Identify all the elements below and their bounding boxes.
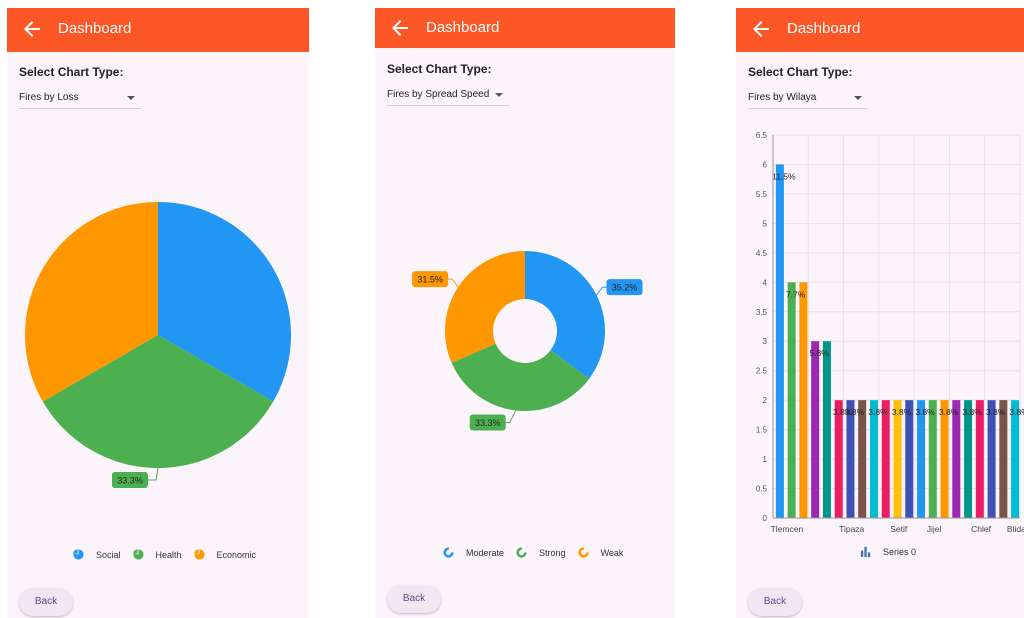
y-tick-label: 3.5 [756,308,768,317]
legend-item: Health [132,549,182,560]
data-label: 7.7% [786,289,806,299]
legend-item: Moderate [443,547,504,558]
chart-legend: Social Health Economic [73,549,268,562]
y-tick-label: 2 [763,396,768,405]
legend-label: Strong [539,547,566,558]
screen-fires-by-wilaya: Dashboard Select Chart Type: Fires by Wi… [736,8,1024,618]
data-label: 3.8% [1009,407,1024,417]
legend-swatch-icon [132,549,150,560]
y-tick-label: 4 [763,278,768,287]
donut-chart: 35.2% 33.3% 31.5% [412,251,643,431]
legend-label: Economic [216,549,257,560]
x-tick-label: Blida [1007,524,1024,534]
bar [869,400,878,518]
bar-chart-icon [860,546,877,557]
bar [905,400,914,518]
bar [787,282,796,518]
screen-fires-by-spread-speed: Dashboard Select Chart Type: Fires by Sp… [375,8,675,618]
bar [858,400,867,518]
bar [846,400,855,518]
x-tick-label: Jijel [927,524,942,534]
chart-legend: Moderate Strong Weak [443,547,635,560]
legend-swatch-icon [516,547,533,558]
legend-item: Social [73,549,121,560]
back-button[interactable]: Back [387,585,441,613]
bar [893,400,902,518]
data-label: 33.3% [112,472,148,488]
data-label-text: 33.3% [475,418,501,428]
data-label: 3.8% [962,407,982,417]
y-tick-label: 6 [763,160,768,169]
bar-chart: 0 0.5 1 1.5 2 2.5 3 3.5 4 4.5 5 5.5 6 6.5 11.5% 7.7% 5.8… [756,131,1024,534]
bar [987,400,996,518]
bar [940,400,949,518]
pie-chart: 33.3% [24,202,291,488]
bar [1011,400,1020,518]
data-label-text: 35.2% [612,283,638,293]
y-tick-label: 5.5 [756,190,768,199]
y-tick-label: 2.5 [756,367,768,376]
y-tick-label: 4.5 [756,249,768,258]
y-tick-label: 5 [763,219,768,228]
data-label: 33.3% [469,414,506,431]
x-tick-label: Tipaza [839,524,864,534]
legend-label: Social [96,549,121,560]
bar [822,341,831,518]
y-tick-label: 1.5 [756,426,768,435]
legend-item: Series 0 [860,546,916,557]
legend-swatch-icon [73,549,90,560]
legend-item: Strong [516,547,566,558]
data-label: 5.8% [809,348,829,358]
data-label: 35.2% [606,279,643,296]
bar [917,400,926,518]
legend-swatch-icon [193,549,211,560]
legend-label: Moderate [466,547,505,558]
back-button[interactable]: Back [748,588,802,616]
data-label: 3.8% [892,407,912,417]
y-tick-label: 1 [763,455,768,464]
legend-label: Health [155,549,182,560]
donut-slice [445,251,525,363]
legend-item: Economic [193,549,257,560]
legend-label: Weak [600,547,624,558]
x-tick-label: Tlemcen [771,524,804,534]
data-label: 3.8% [986,407,1006,417]
bar [834,400,843,518]
data-label: 11.5% [772,171,796,181]
y-tick-label: 3 [763,337,768,346]
x-tick-label: Setif [890,524,908,534]
bar [811,341,820,518]
bar [952,400,961,518]
y-tick-label: 0.5 [756,485,768,494]
data-label: 3.8% [939,407,959,417]
bar [775,164,784,518]
y-tick-label: 6.5 [756,131,768,140]
data-label: 31.5% [412,271,449,288]
bar [999,400,1008,518]
legend-swatch-icon [443,547,460,558]
bar [881,400,890,518]
bar [975,400,984,518]
y-tick-label: 0 [763,514,768,523]
back-button[interactable]: Back [19,588,73,616]
bar [928,400,937,518]
legend-swatch-icon [577,547,595,558]
bar [964,400,973,518]
bar [799,282,808,518]
data-label: 3.8% [845,407,865,417]
data-label: 3.8% [868,407,888,417]
x-tick-label: Chlef [971,524,991,534]
donut-slice [525,251,605,379]
legend-item: Weak [577,547,624,558]
screen-fires-by-loss: Dashboard Select Chart Type: Fires by Lo… [7,8,309,618]
data-label-text: 31.5% [417,275,443,285]
legend-label: Series 0 [883,546,917,557]
data-label: 3.8% [915,407,935,417]
data-label-text: 33.3% [117,476,143,486]
chart-legend: Series 0 [860,546,928,559]
